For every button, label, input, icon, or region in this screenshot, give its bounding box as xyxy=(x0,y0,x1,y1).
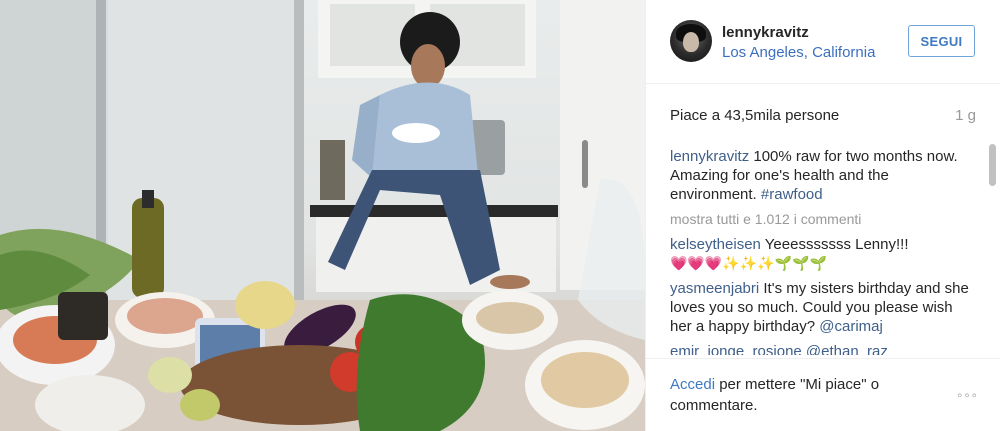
comment-item: kelseytheisen Yeeesssssss Lenny!!! 💗💗💗✨✨… xyxy=(670,235,970,273)
comment-username[interactable]: emir_jonge_rosione xyxy=(670,343,802,355)
login-prompt: Accedi per mettere "Mi piace" o commenta… xyxy=(670,374,920,416)
post-photo[interactable] xyxy=(0,0,645,431)
post-header: lennykravitz Los Angeles, California SEG… xyxy=(646,0,1000,84)
username-link[interactable]: lennykravitz xyxy=(722,24,809,41)
avatar[interactable] xyxy=(670,20,712,62)
post-modal: lennykravitz Los Angeles, California SEG… xyxy=(0,0,1000,431)
likes-count[interactable]: Piace a 43,5mila persone xyxy=(670,107,839,124)
post-footer: Accedi per mettere "Mi piace" o commenta… xyxy=(646,358,1000,431)
comment-username[interactable]: kelseytheisen xyxy=(670,236,761,253)
hashtag-link[interactable]: #rawfood xyxy=(761,186,823,203)
ellipsis-icon[interactable]: ◦◦◦ xyxy=(957,387,979,404)
comment-item: yasmeenjabri It's my sisters birthday an… xyxy=(670,279,970,336)
show-all-comments-link[interactable]: mostra tutti e 1.012 i commenti xyxy=(670,210,970,228)
comment-item: emir_jonge_rosione @ethan_raz xyxy=(670,342,970,355)
scrollbar-thumb[interactable] xyxy=(989,144,996,186)
login-link[interactable]: Accedi xyxy=(670,376,715,393)
comment-text: Yeeesssssss Lenny!!! xyxy=(760,236,909,253)
follow-button[interactable]: SEGUI xyxy=(908,25,975,57)
comment-text: @ethan_raz xyxy=(801,343,888,355)
location-link[interactable]: Los Angeles, California xyxy=(722,44,875,61)
post-photo-illustration xyxy=(0,0,645,431)
post-time[interactable]: 1 g xyxy=(955,107,976,124)
comment-emojis: 💗💗💗✨✨✨🌱🌱🌱 xyxy=(670,255,827,271)
comments-list: lennykravitz 100% raw for two months now… xyxy=(670,147,970,355)
mention-link[interactable]: @carimaj xyxy=(819,318,883,335)
caption: lennykravitz 100% raw for two months now… xyxy=(670,147,970,204)
post-side-panel: lennykravitz Los Angeles, California SEG… xyxy=(645,0,1000,431)
back-counter xyxy=(310,205,558,217)
caption-username[interactable]: lennykravitz xyxy=(670,148,749,165)
comment-username[interactable]: yasmeenjabri xyxy=(670,280,759,297)
comments-scrollbar[interactable] xyxy=(989,142,996,352)
